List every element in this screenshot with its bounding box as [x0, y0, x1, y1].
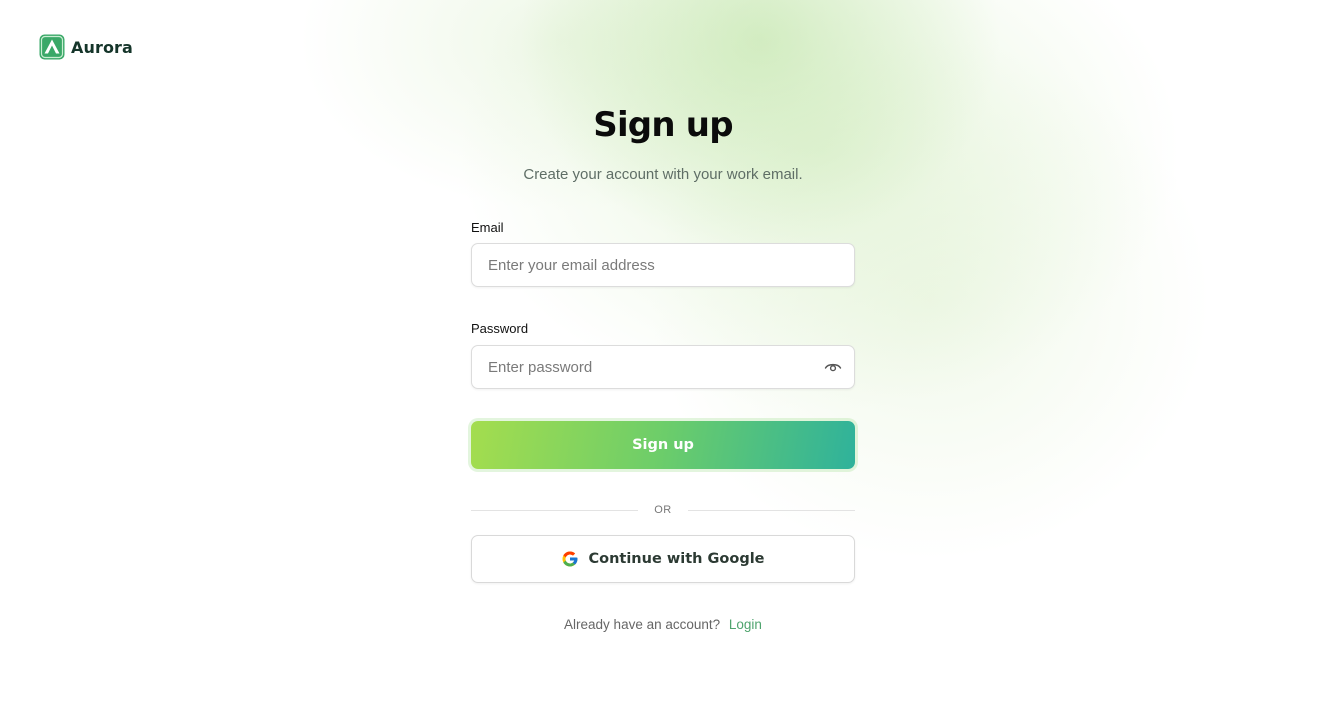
- aurora-logo-icon: [39, 34, 65, 60]
- password-field-container: [471, 345, 855, 389]
- continue-with-google-button[interactable]: Continue with Google: [471, 535, 855, 583]
- login-prompt-text: Already have an account?: [564, 617, 721, 632]
- email-field[interactable]: [472, 245, 808, 285]
- login-prompt: Already have an account? Login: [471, 616, 855, 634]
- email-field-container: [471, 243, 855, 287]
- eye-icon[interactable]: [824, 359, 842, 375]
- brand-logo[interactable]: Aurora: [39, 34, 133, 60]
- divider-line-left: [471, 509, 639, 511]
- google-button-label: Continue with Google: [588, 551, 765, 567]
- or-divider: OR: [471, 502, 855, 518]
- login-link[interactable]: Login: [729, 617, 762, 632]
- sign-up-button[interactable]: Sign up: [471, 421, 855, 469]
- email-label: Email: [471, 220, 504, 235]
- brand-name: Aurora: [71, 37, 133, 57]
- google-icon: [562, 551, 578, 567]
- password-label: Password: [471, 321, 529, 336]
- password-field[interactable]: [472, 347, 808, 387]
- page-title: Sign up: [593, 105, 733, 145]
- divider-line-right: [687, 509, 855, 511]
- page-subtitle: Create your account with your work email…: [523, 166, 803, 183]
- divider-label: OR: [654, 504, 672, 516]
